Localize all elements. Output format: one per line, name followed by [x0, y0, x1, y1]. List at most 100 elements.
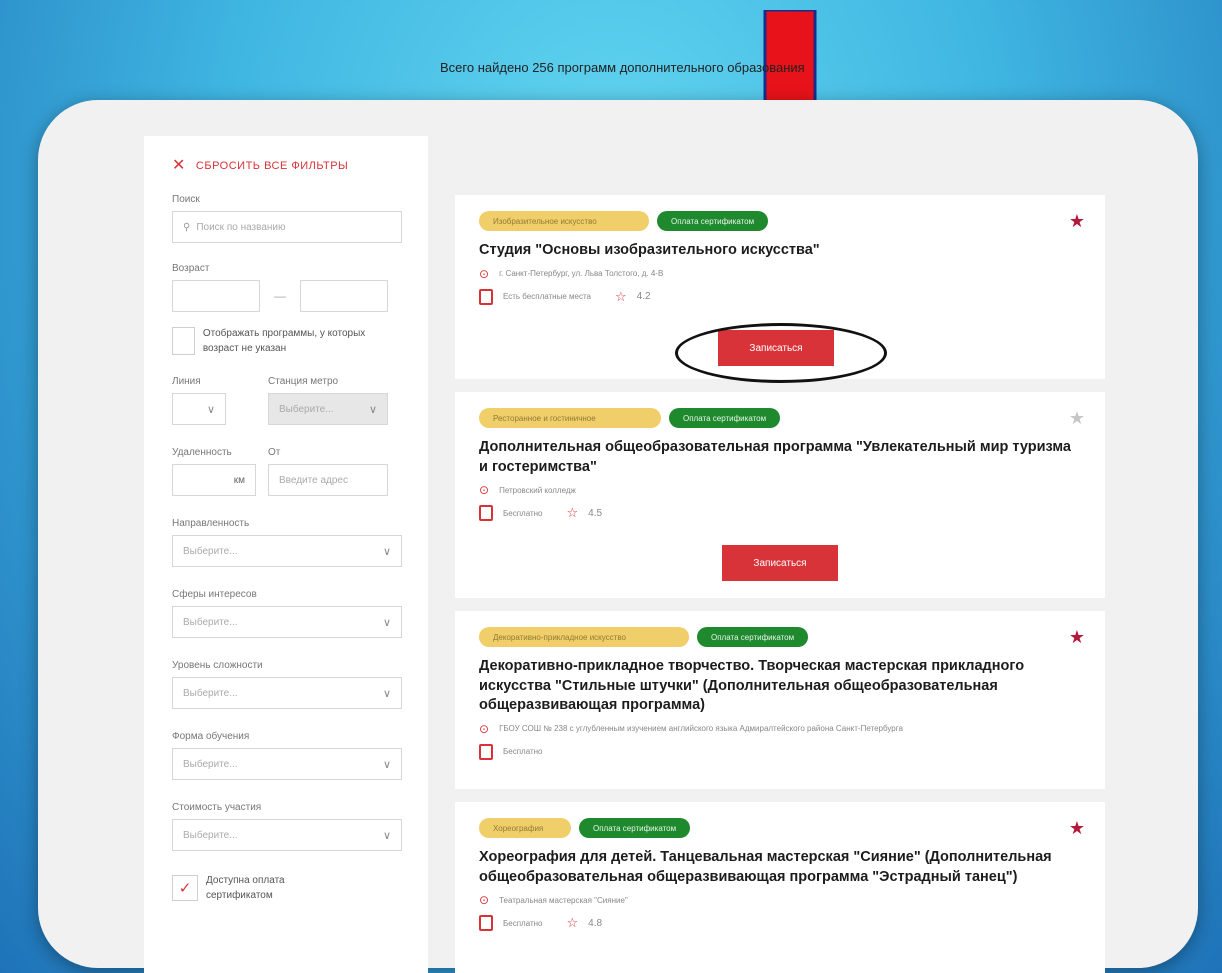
certificate-tag: Оплата сертификатом	[579, 818, 691, 838]
search-input[interactable]: ⚲ Поиск по названию	[172, 211, 402, 243]
age-range: —	[172, 280, 402, 312]
location-pin-icon: ⊙	[479, 893, 490, 908]
program-title[interactable]: Декоративно-прикладное творчество. Творч…	[479, 657, 1081, 716]
program-address: ⊙ ГБОУ СОШ № 238 с углубленным изучением…	[479, 722, 1081, 736]
line-select[interactable]: ∨	[172, 393, 226, 425]
age-dash: —	[274, 289, 286, 303]
certificate-option: ✓ Доступна оплата сертификатом	[172, 873, 402, 903]
metro-labels: Линия Станция метро	[172, 376, 402, 387]
favorite-star-icon[interactable]: ★	[1069, 211, 1085, 232]
star-outline-icon: ☆	[566, 915, 579, 931]
program-meta: Бесплатно	[479, 743, 1081, 760]
difficulty-select[interactable]: Выберите... ∨	[172, 677, 402, 709]
search-placeholder: Поиск по названию	[196, 221, 286, 233]
cost-select[interactable]: Выберите... ∨	[172, 819, 402, 851]
location-pin-icon: ⊙	[479, 266, 490, 281]
price-text: Есть бесплатные места	[503, 292, 591, 302]
star-outline-icon: ☆	[566, 505, 579, 521]
close-icon: ✕	[172, 157, 186, 174]
program-card: Хореография Оплата сертификатом Хореогра…	[455, 802, 1105, 973]
program-title[interactable]: Хореография для детей. Танцевальная маст…	[479, 848, 1081, 887]
category-tag: Изобразительное искусство	[479, 211, 649, 231]
metro-selects: ∨ Выберите... ∨	[172, 393, 402, 425]
distance-labels: Удаленность От	[172, 447, 402, 458]
address-input[interactable]: Введите адрес	[268, 464, 388, 496]
form-select[interactable]: Выберите... ∨	[172, 748, 402, 780]
select-placeholder: Выберите...	[183, 687, 238, 699]
results-count: Всего найдено 256 программ дополнительно…	[440, 60, 805, 75]
certificate-tag: Оплата сертификатом	[657, 211, 769, 231]
search-icon: ⚲	[183, 221, 191, 233]
address-text: ГБОУ СОШ № 238 с углубленным изучением а…	[499, 724, 903, 734]
card-tags: Ресторанное и гостиничное Оплата сертифи…	[479, 408, 1081, 428]
interests-label: Сферы интересов	[172, 589, 257, 600]
category-tag: Декоративно-прикладное искусство	[479, 627, 689, 647]
program-meta: Есть бесплатные места ☆ 4.2	[479, 288, 1081, 305]
program-address: ⊙ Театральная мастерская "Сияние"	[479, 893, 1081, 907]
cost-label: Стоимость участия	[172, 802, 262, 813]
program-title[interactable]: Студия "Основы изобразительного искусств…	[479, 241, 1081, 261]
price-text: Бесплатно	[503, 918, 543, 928]
distance-inputs: км Введите адрес	[172, 464, 402, 496]
rating-value: 4.8	[588, 917, 603, 929]
address-text: г. Санкт-Петербург, ул. Льва Толстого, д…	[499, 269, 664, 279]
certificate-tag: Оплата сертификатом	[697, 627, 809, 647]
form-label: Форма обучения	[172, 731, 250, 742]
chevron-down-icon: ∨	[382, 829, 391, 842]
age-from-input[interactable]	[172, 280, 260, 312]
metro-select[interactable]: Выберите... ∨	[268, 393, 388, 425]
favorite-star-icon[interactable]: ★	[1069, 818, 1085, 839]
highlight-oval-annotation	[675, 323, 887, 383]
from-label: От	[268, 447, 281, 458]
direction-label: Направленность	[172, 518, 250, 529]
card-tags: Хореография Оплата сертификатом	[479, 818, 1081, 838]
distance-label: Удаленность	[172, 447, 232, 458]
price-text: Бесплатно	[503, 747, 543, 757]
metro-placeholder: Выберите...	[279, 403, 334, 415]
document-icon	[479, 915, 493, 932]
card-tags: Декоративно-прикладное искусство Оплата …	[479, 627, 1081, 647]
age-label: Возраст	[172, 263, 210, 274]
distance-input[interactable]: км	[172, 464, 256, 496]
document-icon	[479, 743, 493, 760]
search-label: Поиск	[172, 194, 200, 205]
km-unit: км	[233, 474, 245, 486]
chevron-down-icon: ∨	[206, 403, 215, 416]
location-pin-icon: ⊙	[479, 483, 490, 498]
interests-select[interactable]: Выберите... ∨	[172, 606, 402, 638]
line-label: Линия	[172, 376, 201, 387]
star-outline-icon: ☆	[615, 288, 627, 304]
show-no-age-checkbox[interactable]	[172, 327, 195, 355]
check-icon: ✓	[178, 880, 192, 897]
program-address: ⊙ г. Санкт-Петербург, ул. Льва Толстого,…	[479, 267, 1081, 281]
category-tag: Ресторанное и гостиничное	[479, 408, 661, 428]
favorite-star-icon[interactable]: ★	[1069, 408, 1085, 429]
difficulty-label: Уровень сложности	[172, 660, 263, 671]
show-no-age-option: Отображать программы, у которых возраст …	[172, 326, 402, 356]
reset-filters-button[interactable]: ✕ СБРОСИТЬ ВСЕ ФИЛЬТРЫ	[172, 158, 402, 174]
program-title[interactable]: Дополнительная общеобразовательная прогр…	[479, 438, 1081, 477]
chevron-down-icon: ∨	[382, 545, 391, 558]
reset-filters-label: СБРОСИТЬ ВСЕ ФИЛЬТРЫ	[195, 160, 349, 172]
direction-select[interactable]: Выберите... ∨	[172, 535, 402, 567]
certificate-text: Доступна оплата сертификатом	[206, 875, 285, 901]
program-card: Декоративно-прикладное искусство Оплата …	[455, 611, 1105, 789]
favorite-star-icon[interactable]: ★	[1069, 627, 1085, 648]
rating-value: 4.2	[636, 291, 651, 303]
age-to-input[interactable]	[300, 280, 388, 312]
chevron-down-icon: ∨	[382, 687, 391, 700]
select-placeholder: Выберите...	[183, 545, 238, 557]
category-tag: Хореография	[479, 818, 571, 838]
card-tags: Изобразительное искусство Оплата сертифи…	[479, 211, 1081, 231]
document-icon	[479, 505, 493, 522]
certificate-tag: Оплата сертификатом	[669, 408, 781, 428]
rating-value: 4.5	[588, 507, 603, 519]
program-meta: Бесплатно ☆ 4.5	[479, 505, 1081, 522]
certificate-checkbox[interactable]: ✓	[172, 875, 198, 901]
address-placeholder: Введите адрес	[279, 474, 348, 486]
enroll-button[interactable]: Записаться	[722, 545, 838, 581]
chevron-down-icon: ∨	[368, 403, 377, 416]
chevron-down-icon: ∨	[382, 616, 391, 629]
program-address: ⊙ Петровский колледж	[479, 483, 1081, 497]
location-pin-icon: ⊙	[479, 721, 490, 736]
